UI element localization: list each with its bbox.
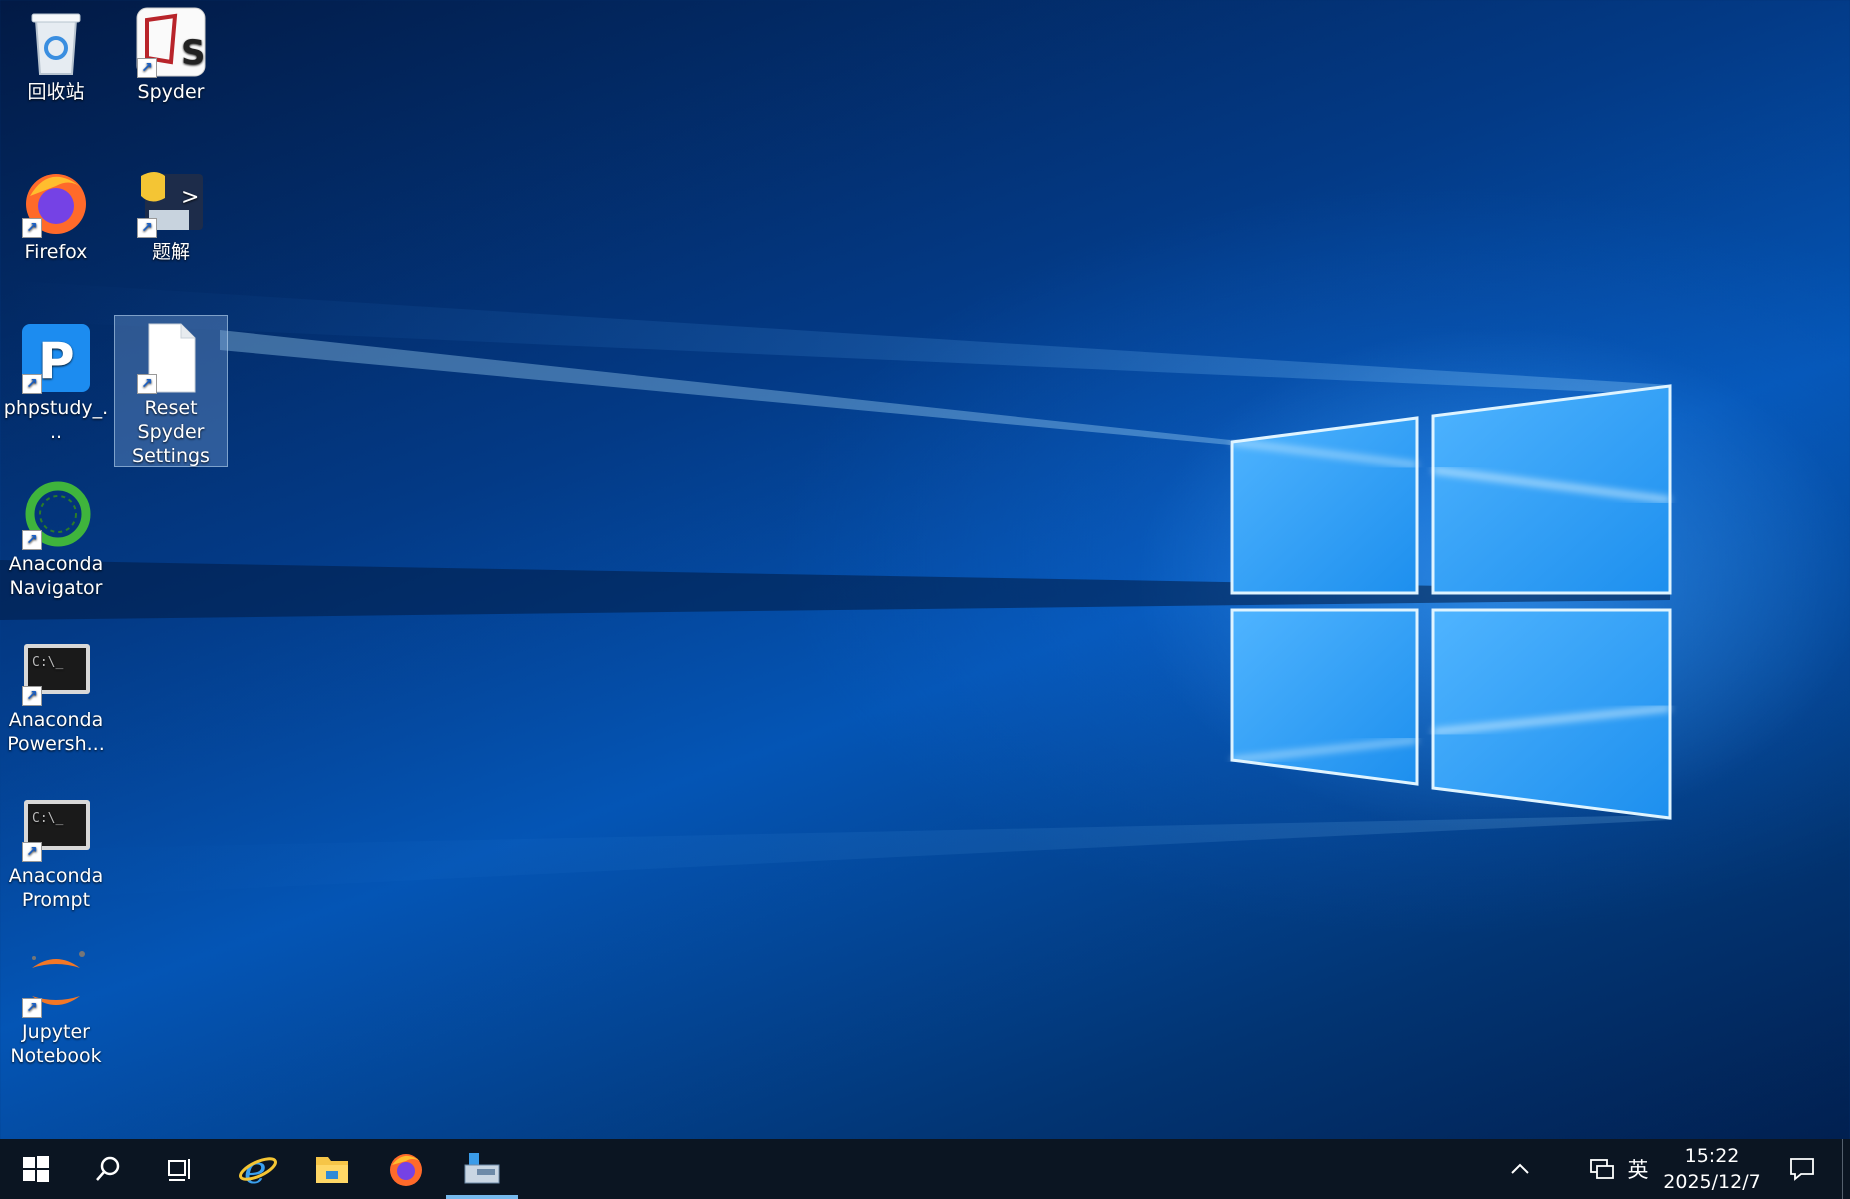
task-view-icon (168, 1159, 190, 1181)
taskbar-file-explorer[interactable] (296, 1139, 368, 1199)
svg-text:S: S (181, 33, 206, 73)
start-icon (23, 1156, 49, 1182)
desktop-icon-label: Jupyter Notebook (10, 1021, 102, 1067)
taskbar-internet-explorer[interactable]: e (222, 1139, 294, 1199)
network-icon (1590, 1159, 1614, 1179)
desktop-icon-anaconda-navigator[interactable]: ↗ Anaconda Navigator (0, 472, 112, 612)
desktop-icon-label: Anaconda Navigator (8, 553, 104, 599)
spyder-icon: S ↗ (135, 6, 207, 78)
recycle-bin-icon (20, 6, 92, 78)
start-button[interactable] (0, 1139, 72, 1199)
internet-explorer-icon: e (239, 1149, 277, 1189)
desktop-icon-label: Spyder (137, 81, 205, 103)
blank-document-icon: ↗ (135, 322, 207, 394)
ime-label: 英 (1627, 1158, 1649, 1182)
taskbar: e 英 15:22 2025/12/7 (0, 1139, 1850, 1199)
chevron-up-icon (1511, 1163, 1529, 1174)
shortcut-arrow-icon: ↗ (22, 686, 42, 706)
desktop-icon-label: Reset Spyder Settings (132, 397, 210, 467)
taskbar-firefox[interactable] (370, 1139, 442, 1199)
file-explorer-icon (316, 1157, 348, 1183)
svg-text:P: P (38, 332, 75, 390)
shortcut-arrow-icon: ↗ (137, 58, 157, 78)
firefox-icon (390, 1154, 422, 1186)
search-icon (96, 1156, 120, 1181)
shortcut-arrow-icon: ↗ (137, 218, 157, 238)
show-desktop-button[interactable] (1842, 1139, 1850, 1199)
action-center-button[interactable] (1776, 1139, 1828, 1199)
shortcut-arrow-icon: ↗ (22, 530, 42, 550)
clock-date: 2025/12/7 (1663, 1171, 1761, 1193)
jupyter-icon: ↗ (20, 946, 92, 1018)
terminal-icon: C:\_ ↗ (20, 790, 92, 862)
taskbar-active-app[interactable] (446, 1139, 518, 1199)
desktop-icon-firefox[interactable]: ↗ Firefox (0, 160, 112, 290)
search-button[interactable] (72, 1139, 144, 1199)
anaconda-icon: ↗ (20, 478, 92, 550)
desktop-icon-label: Anaconda Prompt (8, 865, 104, 911)
tool-app-icon (464, 1153, 500, 1184)
svg-text:C:\_: C:\_ (32, 811, 63, 826)
desktop-icon-anaconda-powershell[interactable]: C:\_ ↗ Anaconda Powersh... (0, 628, 112, 768)
desktop-icon-spyder[interactable]: S ↗ Spyder (115, 0, 227, 130)
desktop-icon-label: phpstudy_... (3, 397, 109, 443)
desktop-icon-label: Anaconda Powersh... (7, 709, 105, 755)
desktop-icon-label: 题解 (151, 241, 190, 263)
shortcut-arrow-icon: ↗ (22, 218, 42, 238)
shortcut-arrow-icon: ↗ (137, 374, 157, 394)
show-hidden-icons-button[interactable] (1496, 1139, 1544, 1199)
action-center-icon (1790, 1158, 1814, 1181)
shortcut-arrow-icon: ↗ (22, 998, 42, 1018)
desktop-icon-label: 回收站 (27, 81, 85, 103)
desktop-icon-phpstudy[interactable]: P ↗ phpstudy_... (0, 316, 112, 446)
input-method-indicator[interactable]: 英 (1620, 1139, 1656, 1199)
shortcut-arrow-icon: ↗ (22, 842, 42, 862)
task-view-button[interactable] (144, 1139, 216, 1199)
firefox-icon: ↗ (20, 166, 92, 238)
svg-text:>: > (181, 185, 199, 210)
desktop-icon-recycle-bin[interactable]: 回收站 (0, 0, 112, 130)
desktop-icon-reset-spyder-settings[interactable]: ↗ Reset Spyder Settings (114, 315, 228, 467)
desktop-icon-label: Firefox (24, 241, 88, 263)
shortcut-arrow-icon: ↗ (22, 374, 42, 394)
desktop-icon-tijie[interactable]: > ↗ 题解 (115, 160, 227, 290)
wallpaper (0, 280, 1672, 900)
desktop-icon-jupyter-notebook[interactable]: ↗ Jupyter Notebook (0, 940, 112, 1080)
svg-text:e: e (244, 1149, 267, 1189)
clock-time: 15:22 (1684, 1145, 1740, 1167)
clock-button[interactable]: 15:22 2025/12/7 (1660, 1139, 1764, 1199)
svg-text:C:\_: C:\_ (32, 655, 63, 670)
network-button[interactable] (1586, 1139, 1618, 1199)
phpstudy-icon: P ↗ (20, 322, 92, 394)
python-launcher-icon: > ↗ (135, 166, 207, 238)
desktop-icon-anaconda-prompt[interactable]: C:\_ ↗ Anaconda Prompt (0, 784, 112, 924)
terminal-icon: C:\_ ↗ (20, 634, 92, 706)
